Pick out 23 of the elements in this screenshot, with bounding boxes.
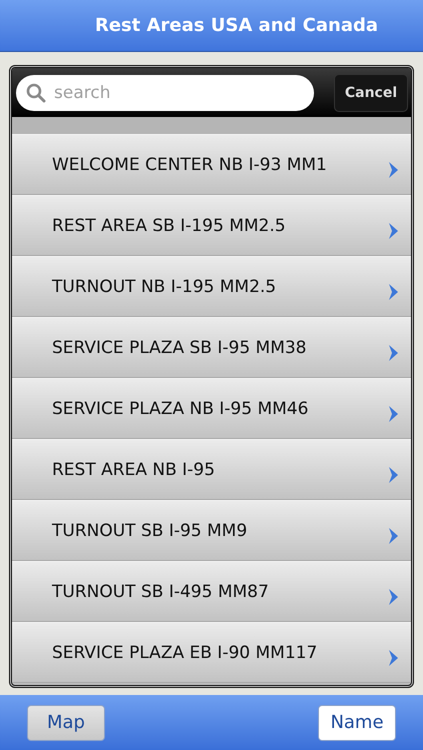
chevron-icon (387, 588, 399, 606)
chevron-icon (387, 222, 399, 240)
list-row[interactable]: REST AREA NB I-95 (12, 439, 411, 500)
chevron-icon (387, 648, 399, 666)
chevron-icon (387, 344, 399, 362)
list-row[interactable]: WELCOME CENTER NB I-93 MM1 (12, 134, 411, 195)
list-row[interactable]: SERVICE PLAZA NB I-95 MM46 (12, 378, 411, 439)
chevron-icon (387, 404, 399, 422)
screen-title: Rest Areas USA and Canada (94, 15, 378, 36)
toolbar-button[interactable]: Name (318, 704, 396, 740)
chevron-icon (387, 526, 399, 544)
list-row[interactable]: TURNOUT SB I-495 MM87 (12, 561, 411, 622)
chevron-icon (387, 466, 399, 484)
list-row[interactable]: SERVICE PLAZA EB I-90 MM117 (12, 622, 411, 683)
list-row[interactable]: SERVICE PLAZA SB I-95 MM38 (12, 317, 411, 378)
cancel-button[interactable]: Cancel (334, 74, 408, 112)
toolbar-button[interactable]: Map (27, 704, 105, 740)
list-row[interactable]: TURNOUT SB I-95 MM9 (12, 500, 411, 561)
chevron-icon (387, 160, 399, 178)
chevron-icon (387, 282, 399, 300)
list-row[interactable]: TURNOUT NB I-195 MM2.5 (12, 256, 411, 317)
list-row[interactable]: REST AREA SB I-195 MM2.5 (12, 195, 411, 256)
search-field[interactable]: search (16, 74, 314, 110)
